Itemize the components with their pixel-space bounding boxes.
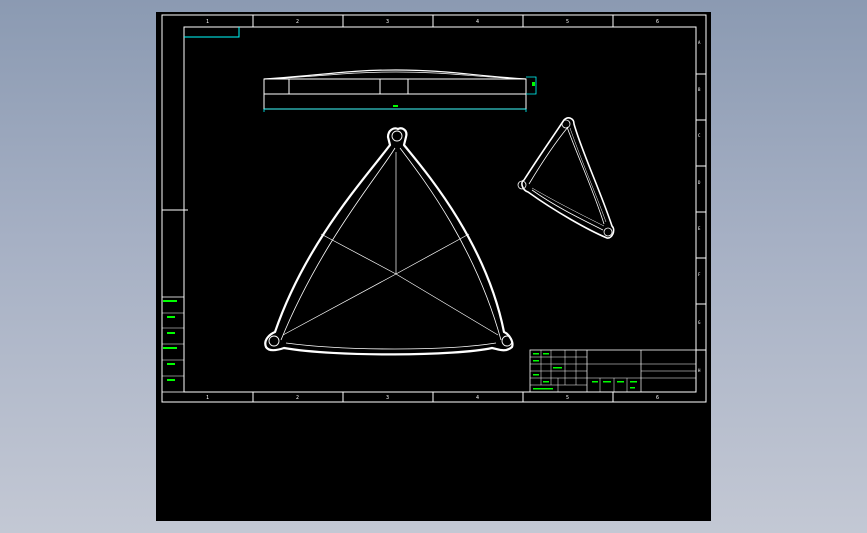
construction-lines — [282, 152, 499, 336]
corner-boss-left — [268, 335, 280, 347]
zone-label-bottom-2: 2 — [296, 395, 299, 401]
overall-length-dimension-text — [393, 105, 398, 107]
zone-label-top-2: 2 — [296, 19, 299, 25]
isometric-boss-right — [603, 227, 613, 237]
left-revision-strip — [161, 296, 185, 393]
top-view — [264, 127, 514, 356]
zone-label-bottom-5: 5 — [566, 395, 569, 401]
zone-row-label: B — [698, 87, 701, 92]
drawing-sheet: 1 2 3 4 5 6 1 2 3 4 5 6 A B C D E F G H — [161, 14, 707, 403]
zone-label-bottom-4: 4 — [476, 395, 479, 401]
zone-row-label: A — [698, 40, 701, 45]
isometric-view — [517, 117, 615, 239]
zone-label-top-1: 1 — [206, 19, 209, 25]
zone-label-top-4: 4 — [476, 19, 479, 25]
isometric-outline — [521, 117, 615, 239]
drawing-number-box — [184, 27, 240, 38]
front-view — [263, 69, 527, 110]
zone-row-label: F — [698, 272, 701, 277]
zone-label-bottom-6: 6 — [656, 395, 659, 401]
zone-label-top-5: 5 — [566, 19, 569, 25]
zone-row-label: C — [698, 133, 701, 138]
zone-row-label: D — [698, 180, 701, 185]
zone-row-label: H — [698, 368, 701, 373]
zone-row-label: E — [698, 226, 701, 231]
top-view-outline — [264, 127, 514, 356]
isometric-boss-top — [561, 119, 571, 129]
zone-label-top-3: 3 — [386, 19, 389, 25]
zone-label-bottom-1: 1 — [206, 395, 209, 401]
zone-row-label: G — [698, 320, 701, 325]
right-zone-ticks — [696, 73, 706, 351]
top-zone-ticks — [252, 15, 614, 27]
sheet-inner-frame — [183, 26, 697, 393]
bottom-zone-ticks — [252, 392, 614, 402]
zone-row-labels-right: A B C D E F G H — [698, 40, 701, 373]
corner-boss-right — [501, 335, 513, 347]
zone-label-top-6: 6 — [656, 19, 659, 25]
cad-drawing-viewer[interactable]: 1 2 3 4 5 6 1 2 3 4 5 6 A B C D E F G H — [156, 12, 711, 521]
zone-label-bottom-3: 3 — [386, 395, 389, 401]
corner-boss-top — [391, 130, 403, 142]
title-block — [529, 349, 697, 393]
height-dimension-text — [532, 82, 535, 86]
